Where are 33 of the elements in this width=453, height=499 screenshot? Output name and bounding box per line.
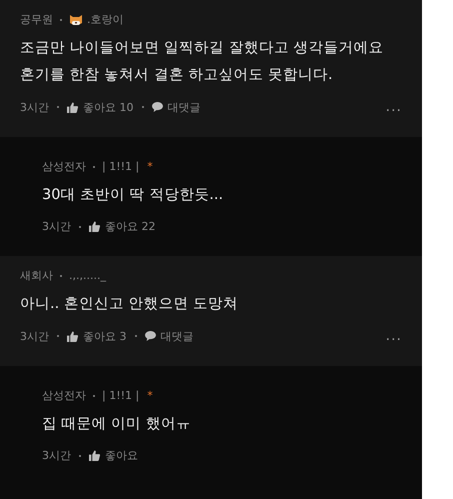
comment-icon (144, 331, 156, 341)
time-ago: 3시간 (20, 328, 49, 344)
time-ago: 3시간 (20, 100, 49, 114)
like-count[interactable]: 좋아요 10 (83, 100, 134, 114)
like-count[interactable]: 좋아요 3 (83, 328, 126, 344)
nickname: | 1!!1 | (102, 160, 140, 173)
comment-icon (152, 102, 162, 112)
nickname: .,.,....._ (69, 269, 106, 282)
more-button[interactable]: ... (386, 99, 402, 115)
thumbs-up-icon (89, 221, 100, 232)
like-count[interactable]: 좋아요 (105, 448, 138, 463)
nickname: | 1!!1 | (102, 389, 140, 402)
company-name: 공무원 (20, 12, 53, 27)
comment-text: 조금만 나이들어보면 일찍하길 잘했다고 생각들거에요 (20, 39, 384, 58)
thumbs-up-icon (89, 450, 100, 461)
company-name: 삼성전자 (42, 388, 86, 403)
comment-text: 아니.. 혼인신고 안했으면 도망쳐 (20, 295, 240, 314)
more-button[interactable]: ... (386, 328, 402, 344)
thumbs-up-icon (67, 330, 78, 342)
time-ago: 3시간 (42, 219, 71, 234)
reply-link[interactable]: 대댓글 (168, 100, 200, 114)
comment-text: 30대 초반이 딱 적당한듯... (42, 186, 224, 205)
author-mark: * (147, 160, 153, 173)
comment-text: 집 때문에 이미 했어ㅠ (42, 415, 192, 434)
like-count[interactable]: 좋아요 22 (105, 219, 156, 234)
thumbs-up-icon (67, 102, 78, 112)
nickname: .호랑이 (87, 12, 124, 27)
time-ago: 3시간 (42, 448, 71, 463)
company-name: 삼성전자 (42, 159, 86, 174)
reply-link[interactable]: 대댓글 (160, 328, 194, 344)
author-mark: * (147, 389, 153, 402)
company-name: 새회사 (20, 268, 53, 283)
comment-text: 혼기를 한참 놓쳐서 결혼 하고싶어도 못합니다. (20, 66, 334, 85)
